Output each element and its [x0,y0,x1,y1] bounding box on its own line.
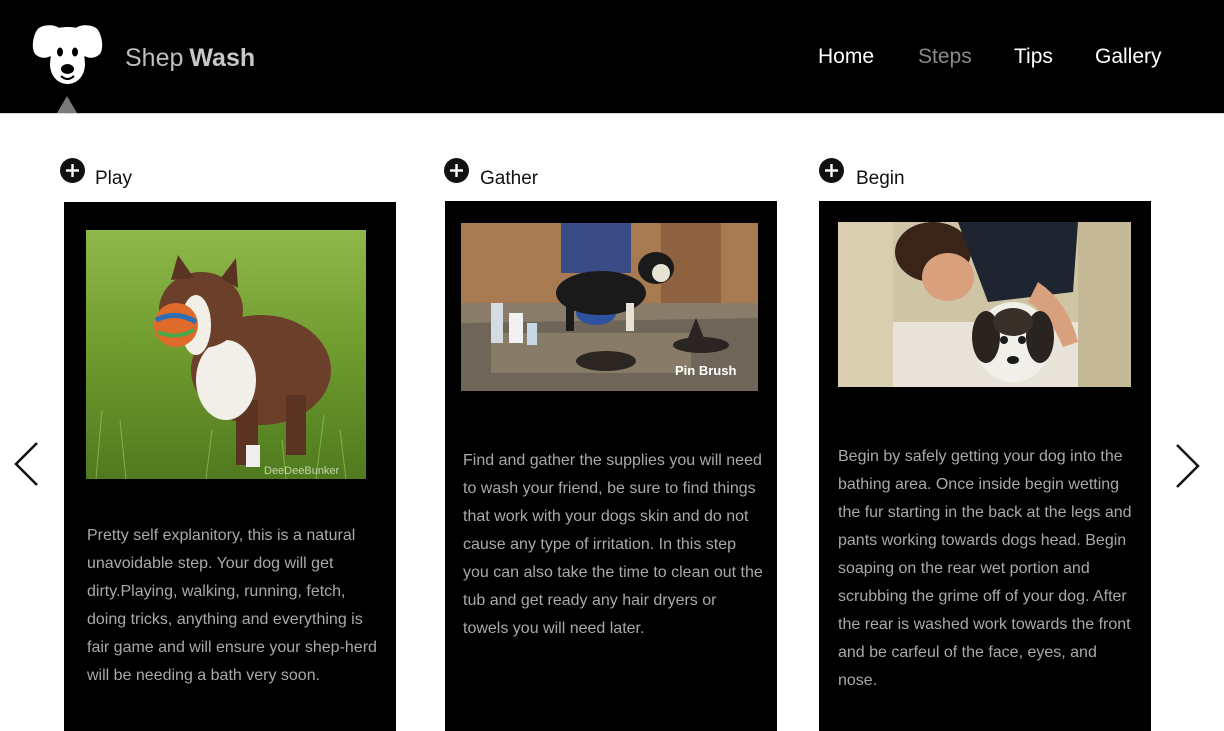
step-title: Begin [856,168,905,189]
step-description: Begin by safely getting your dog into th… [838,448,1132,689]
nav-tips[interactable]: Tips [1014,45,1053,69]
step-title: Gather [480,168,539,189]
plus-circle-icon[interactable] [819,158,844,183]
step-description: Pretty self explanitory, this is a natur… [87,527,377,684]
step-card-play: DeeDeeBunker Pretty self explanitory, th… [64,202,396,731]
step-card-begin: Begin by safely getting your dog into th… [819,201,1151,731]
step-description: Find and gather the supplies you will ne… [463,452,763,637]
chevron-right-icon[interactable] [1174,443,1202,489]
brand-name[interactable]: Shep Wash [125,44,255,73]
plus-circle-icon[interactable] [444,158,469,183]
dog-bathing-image [838,222,1131,387]
image-caption: Pin Brush [675,363,736,378]
brand-first: Shep [125,44,184,72]
active-indicator-arrow [57,96,77,113]
plus-circle-icon[interactable] [60,158,85,183]
nav-steps[interactable]: Steps [918,45,972,69]
dog-playing-image: DeeDeeBunker [86,230,366,479]
nav-gallery[interactable]: Gallery [1095,45,1162,69]
image-watermark: DeeDeeBunker [264,465,340,477]
step-card-gather: Pin Brush Find and gather the supplies y… [445,201,777,731]
dog-logo-icon[interactable] [31,24,104,86]
site-header: Shep Wash Home Steps Tips Gallery [0,0,1224,113]
dog-grooming-image: Pin Brush [461,223,758,391]
chevron-left-icon[interactable] [12,441,40,487]
step-title: Play [95,168,132,189]
brand-second: Wash [189,44,256,72]
nav-home[interactable]: Home [818,45,874,69]
header-divider [0,113,1224,114]
